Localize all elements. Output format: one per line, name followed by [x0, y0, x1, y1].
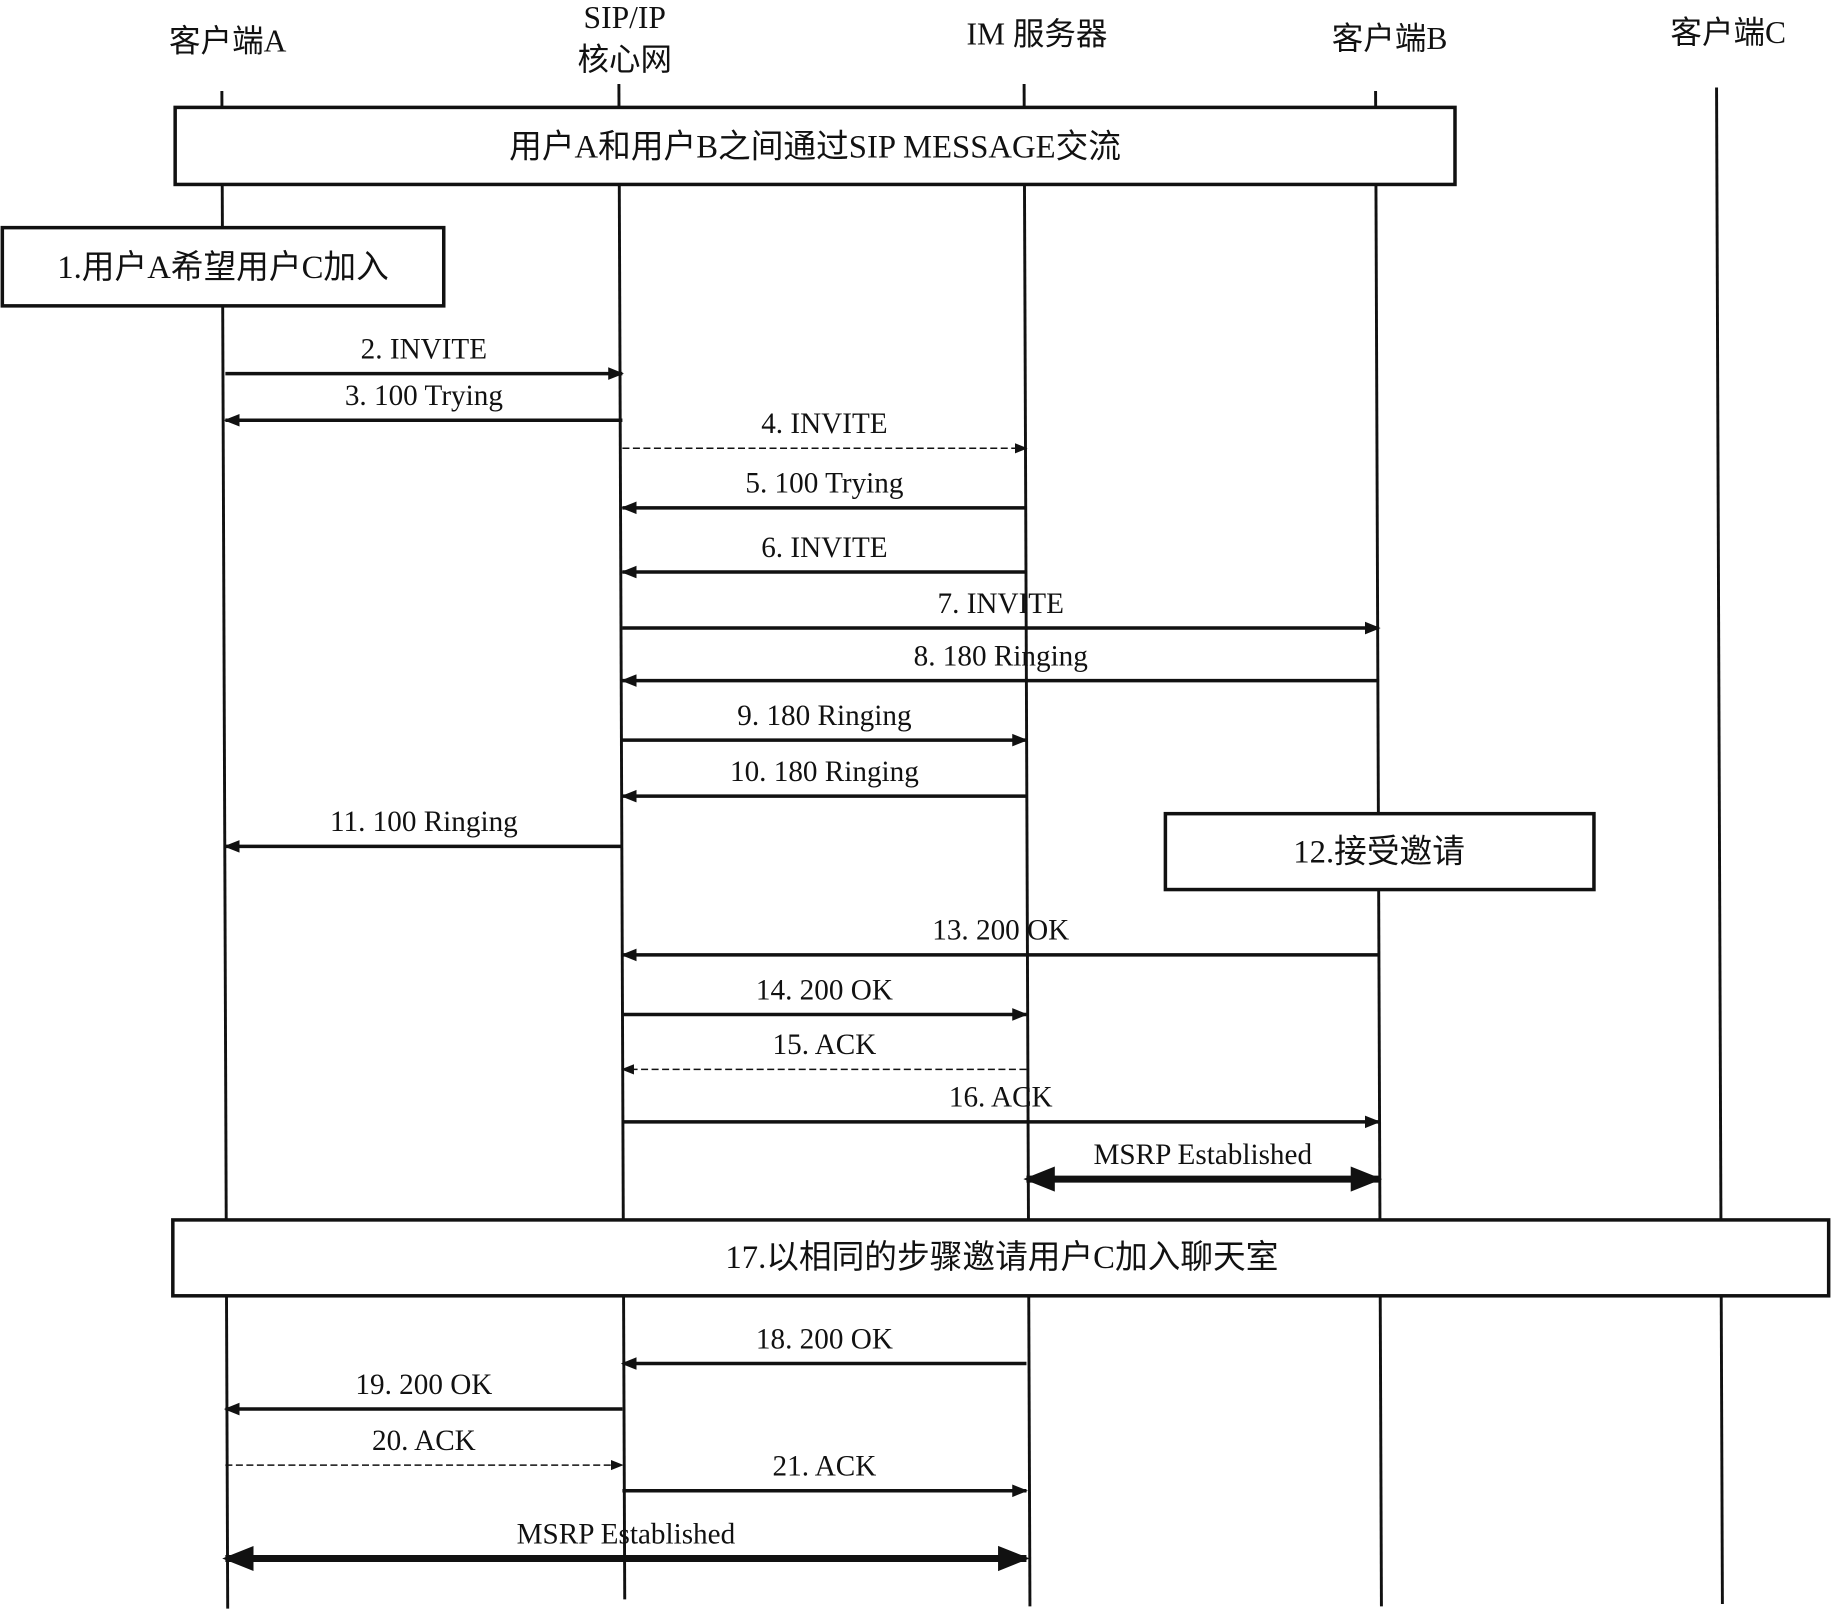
sequence-diagram: 客户端A SIP/IP 核心网 IM 服务器 客户端B 客户端C 用户A和用户B… — [0, 0, 1831, 1609]
message-2: 3. 100 Trying — [223, 380, 623, 427]
lifeline-A — [220, 91, 230, 1609]
message-label: 7. INVITE — [938, 588, 1064, 620]
message-17: 19. 200 OK — [223, 1369, 623, 1416]
message-label: 9. 180 Ringing — [737, 700, 912, 732]
note-step-1-text: 1.用户A希望用户C加入 — [57, 249, 388, 286]
message-label: 15. ACK — [773, 1029, 877, 1061]
message-label: MSRP Established — [1093, 1139, 1312, 1171]
participant-B-label: 客户端B — [1332, 21, 1448, 56]
message-label: 11. 100 Ringing — [330, 806, 518, 838]
message-9: 10. 180 Ringing — [620, 756, 1027, 803]
message-label: MSRP Established — [517, 1518, 736, 1550]
participant-headers: 客户端A SIP/IP 核心网 IM 服务器 客户端B 客户端C — [169, 0, 1786, 77]
message-6: 7. INVITE — [622, 588, 1381, 635]
message-label: 21. ACK — [773, 1451, 877, 1483]
message-16: 18. 200 OK — [620, 1323, 1027, 1370]
message-label: 6. INVITE — [761, 532, 887, 564]
message-10: 11. 100 Ringing — [223, 806, 623, 853]
message-5: 6. INVITE — [620, 532, 1027, 579]
message-8: 9. 180 Ringing — [622, 700, 1029, 747]
message-18: 20. ACK — [225, 1425, 624, 1471]
message-label: 18. 200 OK — [756, 1323, 893, 1355]
message-4: 5. 100 Trying — [620, 468, 1027, 515]
message-19: 21. ACK — [622, 1451, 1029, 1498]
lifeline-IM — [1022, 84, 1032, 1607]
note-step-12: 12.接受邀请 — [1163, 811, 1596, 892]
note-step-1: 1.用户A希望用户C加入 — [0, 225, 446, 308]
message-label: 4. INVITE — [761, 408, 887, 440]
note-step-17: 17.以相同的步骤邀请用户C加入聊天室 — [171, 1218, 1831, 1298]
participant-IM-label: IM 服务器 — [966, 16, 1107, 51]
message-label: 20. ACK — [372, 1425, 476, 1457]
messages: 2. INVITE 3. 100 Trying 4. INVITE 5. 100 Tr… — [222, 333, 1383, 1572]
message-label: 5. 100 Trying — [745, 468, 904, 500]
lifeline-SIP — [617, 84, 627, 1600]
lifeline-C — [1715, 87, 1724, 1605]
message-label: 13. 200 OK — [932, 915, 1069, 947]
message-label: 8. 180 Ringing — [914, 640, 1089, 672]
message-label: 2. INVITE — [361, 333, 487, 365]
participant-A-label: 客户端A — [169, 23, 287, 58]
message-label: 10. 180 Ringing — [730, 756, 919, 788]
note-step-17-text: 17.以相同的步骤邀请用户C加入聊天室 — [725, 1239, 1278, 1276]
note-sip-message-exchange: 用户A和用户B之间通过SIP MESSAGE交流 — [173, 105, 1457, 187]
participant-SIP-label-line2: 核心网 — [577, 42, 672, 77]
message-label: 14. 200 OK — [756, 974, 893, 1006]
message-1: 2. INVITE — [225, 333, 624, 380]
message-12: 14. 200 OK — [622, 974, 1029, 1021]
message-label: 19. 200 OK — [355, 1369, 492, 1401]
message-11: 13. 200 OK — [620, 915, 1380, 962]
message-label: 16. ACK — [949, 1082, 1053, 1114]
participant-SIP-label-line1: SIP/IP — [584, 0, 666, 35]
message-7: 8. 180 Ringing — [620, 640, 1380, 687]
note-step-12-text: 12.接受邀请 — [1293, 834, 1465, 871]
message-13: 15. ACK — [621, 1029, 1027, 1075]
message-14: 16. ACK — [622, 1082, 1381, 1129]
note-sip-message-exchange-text: 用户A和用户B之间通过SIP MESSAGE交流 — [509, 129, 1121, 166]
message-15: MSRP Established — [1023, 1139, 1383, 1192]
participant-C-label: 客户端C — [1670, 15, 1786, 50]
message-3: 4. INVITE — [622, 408, 1028, 454]
message-label: 3. 100 Trying — [345, 380, 504, 412]
